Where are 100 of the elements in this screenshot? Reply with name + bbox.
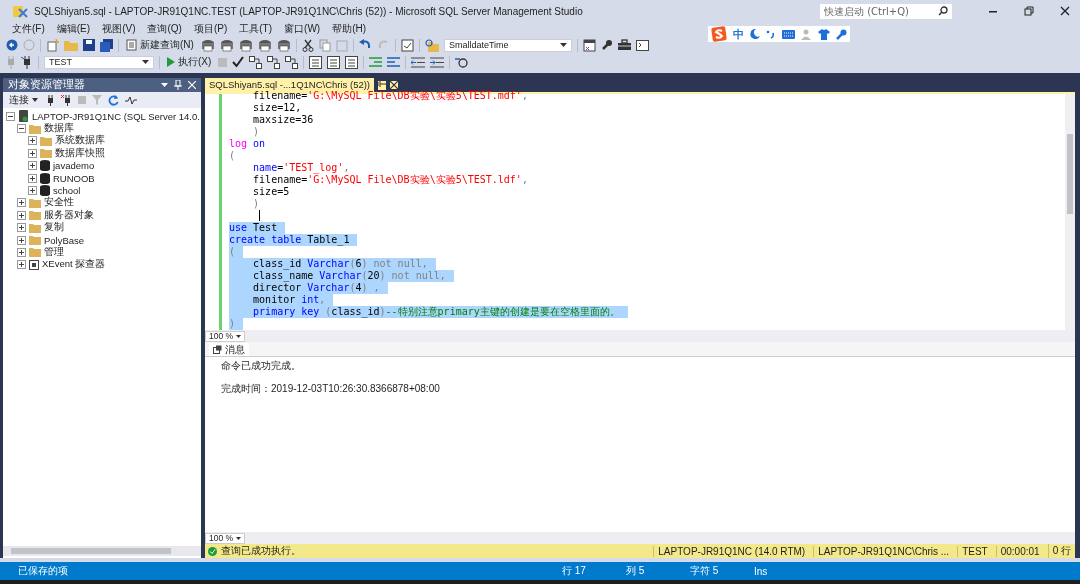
cut-icon[interactable] <box>301 38 314 52</box>
type-combo[interactable]: SmalldateTime <box>443 38 572 52</box>
check-icon[interactable] <box>232 56 245 68</box>
input-mode-label[interactable]: 中 <box>733 26 744 42</box>
keyboard-icon[interactable] <box>782 29 795 39</box>
at-sign-icon[interactable] <box>455 56 469 68</box>
menu-item[interactable]: 窗口(W) <box>278 22 327 36</box>
pin-icon[interactable] <box>174 80 182 90</box>
tree-item[interactable]: LAPTOP-JR91Q1NC (SQL Server 14.0. <box>32 110 200 122</box>
collapse-icon[interactable] <box>6 111 15 121</box>
tree-item[interactable]: 系统数据库 <box>55 134 105 148</box>
expand-icon[interactable] <box>17 198 26 208</box>
disconnect-icon[interactable] <box>61 94 72 106</box>
folder-icon <box>29 235 41 246</box>
undo-icon[interactable] <box>358 39 372 51</box>
tree-item[interactable]: 管理 <box>44 246 64 259</box>
save-all-icon[interactable] <box>100 38 113 52</box>
tree-item[interactable]: RUNOOB <box>53 172 95 184</box>
pin-icon[interactable] <box>378 80 387 90</box>
database-query-icon[interactable] <box>219 38 234 52</box>
save-icon[interactable] <box>83 39 95 51</box>
caret-icon[interactable] <box>161 83 168 87</box>
close-icon[interactable] <box>1060 6 1070 16</box>
menu-item[interactable]: 文件(F) <box>6 22 51 36</box>
grid-icon[interactable] <box>267 55 281 69</box>
new-item-icon[interactable] <box>46 38 59 52</box>
folder-icon <box>40 148 52 159</box>
grid-icon[interactable] <box>285 55 299 69</box>
restore-icon[interactable] <box>1024 6 1034 16</box>
expand-icon[interactable] <box>28 186 37 196</box>
expand-icon[interactable] <box>28 173 37 183</box>
plug-icon[interactable] <box>46 94 55 106</box>
code-line: maxsize=36 <box>252 114 315 126</box>
terminal-icon[interactable] <box>635 39 649 51</box>
caret-icon <box>236 334 241 338</box>
database-query-icon[interactable] <box>257 38 272 52</box>
collapse-icon[interactable] <box>17 124 26 134</box>
wrench-icon[interactable] <box>600 39 613 51</box>
zoom-combo[interactable]: 100 % <box>205 532 245 544</box>
shirt-icon[interactable] <box>818 28 830 40</box>
tree-item[interactable]: school <box>53 185 81 197</box>
database-query-icon[interactable] <box>238 38 253 52</box>
results-icon[interactable] <box>327 55 341 69</box>
tree-item[interactable]: 数据库快照 <box>55 146 105 160</box>
back-arrow-icon[interactable] <box>6 39 18 51</box>
expand-icon[interactable] <box>17 223 26 233</box>
toolbox-icon[interactable] <box>617 39 631 51</box>
connect-button[interactable]: 连接 <box>7 93 40 107</box>
expand-icon[interactable] <box>28 161 37 171</box>
decrease-indent-icon[interactable] <box>411 56 426 68</box>
editor-tab[interactable]: SQLShiyan5.sql -...1Q1NC\Chris (52)) <box>205 78 375 92</box>
activity-icon[interactable] <box>125 95 137 105</box>
increase-indent-icon[interactable] <box>430 56 445 68</box>
expand-icon[interactable] <box>17 248 26 257</box>
tree-item[interactable]: 安全性 <box>44 196 74 210</box>
tree-item[interactable]: 服务器对象 <box>44 208 94 222</box>
new-query-button[interactable]: 新建查询(N) <box>124 38 196 52</box>
database-query-icon[interactable] <box>200 38 215 52</box>
tree-item[interactable]: PolyBase <box>44 234 85 246</box>
punctuation-icon[interactable] <box>766 29 776 39</box>
vertical-scrollbar[interactable] <box>1065 94 1075 330</box>
status-field: 字符 5 <box>690 564 754 578</box>
status-field: TEST <box>957 545 992 557</box>
expand-icon[interactable] <box>28 148 37 158</box>
code-line: ) <box>252 126 261 138</box>
close-icon[interactable] <box>390 81 399 89</box>
database-combo[interactable]: TEST <box>44 55 154 69</box>
menu-item[interactable]: 查询(Q) <box>141 22 188 36</box>
tree-item[interactable]: 复制 <box>44 221 64 235</box>
results-icon[interactable] <box>345 55 359 69</box>
plug-icon[interactable] <box>21 55 33 69</box>
refresh-icon[interactable] <box>108 94 119 106</box>
tree-item[interactable]: javademo <box>53 160 95 172</box>
expand-icon[interactable] <box>28 136 37 146</box>
play-icon <box>167 57 175 67</box>
menu-item[interactable]: 帮助(H) <box>326 22 373 36</box>
results-icon[interactable] <box>309 55 323 69</box>
expand-icon[interactable] <box>17 260 26 270</box>
database-query-icon[interactable] <box>276 38 291 52</box>
code-line: log on <box>229 138 267 150</box>
folder-icon <box>40 135 52 146</box>
search-folder-icon[interactable] <box>424 38 439 52</box>
moon-icon[interactable] <box>750 29 760 39</box>
menu-item[interactable]: 工具(T) <box>233 22 279 36</box>
menu-item[interactable]: 编辑(E) <box>50 22 97 36</box>
execute-button[interactable]: 执行(X) <box>165 55 214 69</box>
code-line: size=5 <box>252 186 291 198</box>
grid-icon[interactable] <box>249 55 263 69</box>
expand-icon[interactable] <box>17 210 26 220</box>
tree-item[interactable]: XEvent 探查器 <box>42 258 106 272</box>
horizontal-scrollbar[interactable] <box>3 546 201 556</box>
messages-tab[interactable]: 消息 <box>209 343 249 356</box>
quick-launch-field[interactable]: 快速启动 (Ctrl+Q) <box>820 3 952 19</box>
expand-icon[interactable] <box>17 235 26 245</box>
wrench-icon[interactable] <box>836 28 847 40</box>
outdent-icon[interactable] <box>387 56 401 68</box>
zoom-combo[interactable]: 100 % <box>205 330 245 342</box>
menu-item[interactable]: 项目(P) <box>187 22 234 36</box>
status-field: 行 17 <box>562 564 626 578</box>
menu-item[interactable]: 视图(V) <box>96 22 142 36</box>
